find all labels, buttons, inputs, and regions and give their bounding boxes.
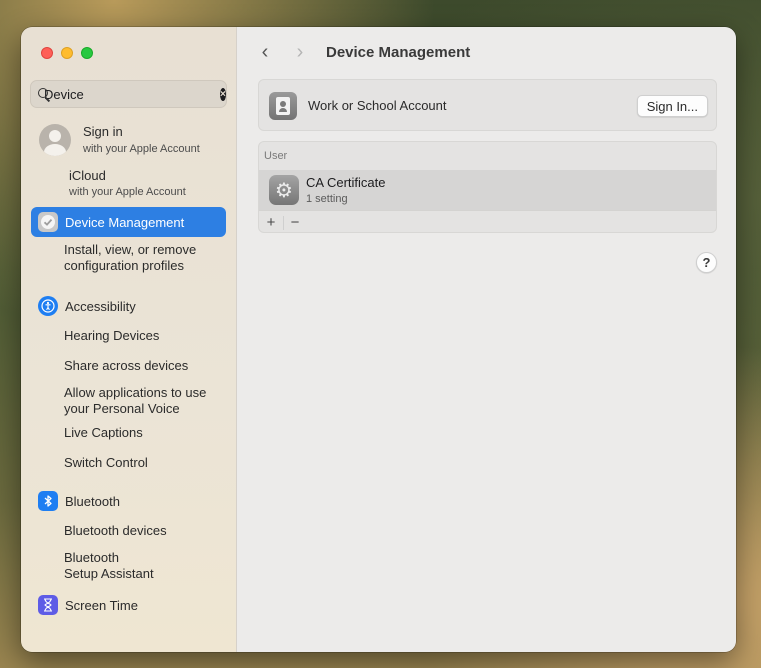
sidebar-item-bluetooth[interactable]: Bluetooth bbox=[31, 486, 226, 516]
subitem-line: Bluetooth bbox=[64, 550, 119, 565]
close-window-button[interactable] bbox=[41, 47, 53, 59]
clear-search-icon[interactable]: × bbox=[220, 87, 226, 101]
sidebar-subitem-live-captions[interactable]: Live Captions bbox=[21, 425, 236, 455]
id-badge-icon bbox=[269, 92, 297, 120]
subitem-line: Install, view, or remove bbox=[64, 242, 197, 257]
settings-window: × Sign in with your Apple Account iCloud… bbox=[21, 27, 736, 652]
avatar bbox=[39, 124, 71, 156]
sidebar-subitem-configuration-profiles[interactable]: Install, view, or remove configuration p… bbox=[21, 242, 236, 274]
sidebar-item-accessibility[interactable]: Accessibility bbox=[31, 291, 226, 321]
sidebar-subitem-personal-voice[interactable]: Allow applications to use your Personal … bbox=[21, 385, 236, 425]
account-subtitle: with your Apple Account bbox=[83, 143, 200, 155]
list-footer: + − bbox=[259, 210, 716, 232]
main-pane: ‹ › Device Management Work or School Acc… bbox=[237, 27, 736, 652]
subitem-line: Allow applications to use bbox=[64, 385, 207, 400]
subitem-line: Share across devices bbox=[64, 358, 189, 373]
sidebar-subitem-hearing-devices[interactable]: Hearing Devices bbox=[21, 328, 236, 358]
sidebar-item-icloud[interactable]: iCloud with your Apple Account bbox=[21, 162, 236, 205]
sign-in-button[interactable]: Sign In... bbox=[636, 95, 708, 117]
section-header: User bbox=[264, 150, 288, 162]
work-account-label: Work or School Account bbox=[308, 98, 447, 113]
icloud-subtitle: with your Apple Account bbox=[69, 186, 186, 198]
subitem-line: configuration profiles bbox=[64, 258, 184, 273]
remove-profile-button[interactable]: − bbox=[285, 213, 305, 232]
account-title: Sign in bbox=[83, 124, 123, 139]
list-item[interactable]: ⚙ CA Certificate 1 setting bbox=[259, 170, 716, 210]
profile-title: CA Certificate bbox=[306, 175, 386, 190]
profiles-list: User ⚙ CA Certificate 1 setting + − bbox=[258, 141, 717, 233]
device-management-icon bbox=[38, 212, 58, 232]
divider bbox=[283, 216, 284, 230]
toolbar: ‹ › Device Management bbox=[237, 41, 736, 65]
subitem-line: Hearing Devices bbox=[64, 328, 160, 343]
work-account-card: Work or School Account Sign In... bbox=[258, 79, 717, 131]
sidebar-item-label: Bluetooth bbox=[65, 493, 120, 509]
sidebar-item-label-suffix: Management bbox=[104, 214, 185, 230]
hourglass-icon bbox=[38, 595, 58, 615]
window-controls bbox=[41, 47, 93, 59]
sidebar-item-apple-account[interactable]: Sign in with your Apple Account bbox=[21, 119, 236, 162]
icloud-title: iCloud bbox=[69, 168, 106, 183]
subitem-line: Switch Control bbox=[64, 455, 148, 470]
bluetooth-icon bbox=[38, 491, 58, 511]
zoom-window-button[interactable] bbox=[81, 47, 93, 59]
sidebar-item-label: Accessibility bbox=[65, 298, 136, 314]
page-title: Device Management bbox=[326, 44, 471, 61]
sidebar-subitem-switch-control[interactable]: Switch Control bbox=[21, 455, 236, 485]
subitem-line: your Personal Voice bbox=[64, 401, 180, 416]
sidebar-item-device-management[interactable]: Device Management bbox=[31, 207, 226, 237]
minimize-window-button[interactable] bbox=[61, 47, 73, 59]
gear-icon: ⚙ bbox=[269, 175, 299, 205]
help-button[interactable]: ? bbox=[696, 252, 717, 273]
back-chevron-icon[interactable]: ‹ bbox=[255, 41, 275, 65]
sidebar-subitem-share-across-devices[interactable]: Share across devices bbox=[21, 358, 236, 388]
forward-chevron-icon[interactable]: › bbox=[290, 41, 310, 65]
accessibility-icon bbox=[38, 296, 58, 316]
search-input[interactable] bbox=[44, 86, 220, 102]
profile-subtitle: 1 setting bbox=[306, 193, 348, 205]
subitem-line: Bluetooth devices bbox=[64, 523, 167, 538]
sidebar-subitem-bluetooth-devices[interactable]: Bluetooth devices bbox=[21, 523, 236, 550]
sidebar-subitem-bluetooth-setup-assistant[interactable]: Bluetooth Setup Assistant bbox=[21, 550, 236, 590]
sidebar-item-label: Device bbox=[65, 214, 105, 230]
subitem-line: Live Captions bbox=[64, 425, 143, 440]
add-profile-button[interactable]: + bbox=[261, 213, 281, 232]
subitem-line: Setup Assistant bbox=[64, 566, 154, 581]
sidebar-item-label: Screen Time bbox=[65, 597, 138, 613]
sidebar-item-screen-time[interactable]: Screen Time bbox=[31, 590, 226, 620]
search-field[interactable]: × bbox=[30, 80, 227, 108]
sidebar: × Sign in with your Apple Account iCloud… bbox=[21, 27, 237, 652]
sidebar-list: Sign in with your Apple Account iCloud w… bbox=[21, 119, 236, 620]
